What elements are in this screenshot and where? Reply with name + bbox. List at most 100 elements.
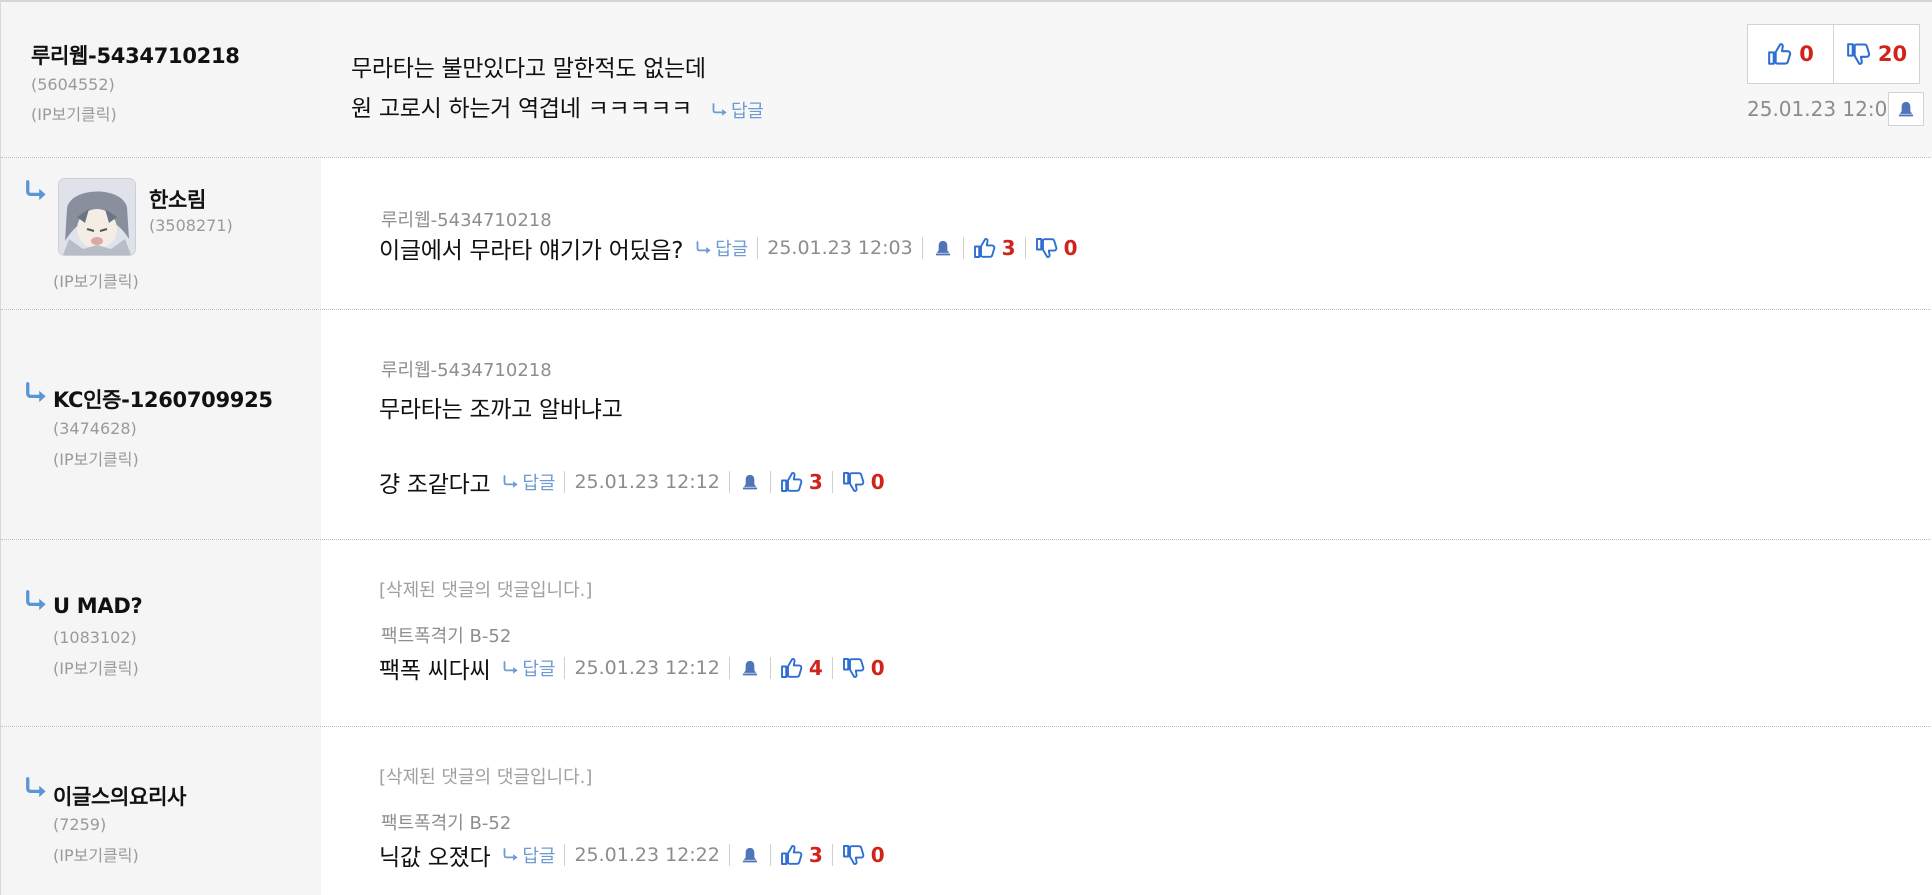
divider [831, 471, 833, 493]
reply-arrow-icon [502, 661, 520, 675]
bell-icon [740, 471, 760, 493]
comment-date: 25.01.23 12:12 [574, 657, 720, 679]
ip-view-link[interactable]: (IP보기클릭) [53, 655, 139, 679]
upvote-count: 0 [1799, 42, 1814, 66]
upvote-button[interactable]: 4 [780, 656, 823, 680]
thumbs-down-icon [842, 470, 866, 494]
comment-row: 루리웹-5434710218 (5604552) (IP보기클릭) 무라타는 불… [1, 0, 1932, 158]
thumbs-down-icon [842, 843, 866, 867]
author-panel: U MAD? (1083102) (IP보기클릭) [1, 540, 321, 726]
report-button[interactable] [739, 470, 761, 494]
avatar[interactable] [58, 178, 136, 256]
thumbs-down-icon [1035, 236, 1059, 260]
upvote-count: 3 [1001, 236, 1016, 260]
vote-box: 0 20 [1747, 24, 1920, 84]
upvote-button[interactable]: 3 [780, 843, 823, 867]
reply-label: 답글 [522, 846, 556, 867]
divider [769, 657, 771, 679]
reply-arrow-icon [502, 848, 520, 862]
author-name[interactable]: KC인증-1260709925 [53, 384, 273, 414]
downvote-count: 20 [1877, 42, 1908, 66]
reply-arrow-icon [23, 590, 49, 612]
downvote-count: 0 [870, 656, 885, 680]
ip-view-link[interactable]: (IP보기클릭) [53, 268, 139, 292]
author-id: (3474628) [53, 419, 137, 438]
comment-list: 루리웹-5434710218 (5604552) (IP보기클릭) 무라타는 불… [0, 0, 1932, 895]
reply-row: 이글스의요리사 (7259) (IP보기클릭) [삭제된 댓글의 댓글입니다.]… [1, 727, 1932, 895]
reply-link[interactable]: 답글 [502, 842, 555, 868]
reply-label: 답글 [522, 659, 556, 680]
comment-date: 25.01.23 12:03 [767, 237, 913, 259]
reply-row: U MAD? (1083102) (IP보기클릭) [삭제된 댓글의 댓글입니다… [1, 540, 1932, 727]
reply-row: 한소림 (3508271) (IP보기클릭) 루리웹-5434710218 이글… [1, 158, 1932, 310]
comment-text-line: 무라타는 불만있다고 말한적도 없는데 [351, 56, 706, 82]
author-panel: 이글스의요리사 (7259) (IP보기클릭) [1, 727, 321, 895]
divider [831, 844, 833, 866]
reply-target-user[interactable]: 루리웹-5434710218 [381, 356, 552, 382]
downvote-button[interactable]: 0 [842, 656, 885, 680]
deleted-parent-note: [삭제된 댓글의 댓글입니다.] [379, 767, 593, 788]
divider [769, 844, 771, 866]
reply-link[interactable]: 답글 [695, 235, 748, 261]
comment-text-line: 걍 조같다고 [379, 472, 491, 498]
reply-label: 답글 [730, 100, 764, 122]
reply-row: KC인증-1260709925 (3474628) (IP보기클릭) 루리웹-5… [1, 310, 1932, 540]
author-id: (7259) [53, 815, 107, 834]
reply-target-user[interactable]: 루리웹-5434710218 [381, 206, 552, 232]
reply-body: 이글에서 무라타 얘기가 어딨음? 답글 25.01.23 12:03 3 0 [379, 234, 1078, 264]
reply-link[interactable]: 답글 [502, 655, 555, 681]
comment-date: 25.01.23 12:22 [574, 844, 720, 866]
ip-view-link[interactable]: (IP보기클릭) [53, 842, 139, 866]
reply-target-user[interactable]: 팩트폭격기 B-52 [381, 622, 511, 648]
deleted-parent-note: [삭제된 댓글의 댓글입니다.] [379, 580, 593, 601]
author-id: (1083102) [53, 628, 137, 647]
divider [728, 657, 730, 679]
divider [962, 237, 964, 259]
ip-view-link[interactable]: (IP보기클릭) [53, 446, 139, 470]
thumbs-up-icon [780, 470, 804, 494]
thumbs-up-icon [1767, 41, 1793, 67]
author-name[interactable]: U MAD? [53, 594, 143, 618]
comment-text-line: 닉값 오졌다 [379, 845, 491, 871]
upvote-button[interactable]: 0 [1748, 25, 1833, 83]
report-button[interactable] [739, 843, 761, 867]
reply-body: 걍 조같다고 답글 25.01.23 12:12 3 0 [379, 468, 885, 498]
ip-view-link[interactable]: (IP보기클릭) [31, 101, 117, 125]
bell-icon [1896, 98, 1916, 120]
reply-label: 답글 [522, 473, 556, 494]
divider [921, 237, 923, 259]
downvote-button[interactable]: 0 [1035, 236, 1078, 260]
reply-target-user[interactable]: 팩트폭격기 B-52 [381, 809, 511, 835]
divider [769, 471, 771, 493]
reply-link[interactable]: 답글 [711, 97, 764, 123]
thumbs-up-icon [780, 656, 804, 680]
comment-date: 25.01.23 12:12 [574, 471, 720, 493]
reply-arrow-icon [502, 475, 520, 489]
downvote-button[interactable]: 20 [1833, 25, 1919, 83]
reply-arrow-icon [695, 241, 713, 255]
upvote-button[interactable]: 3 [973, 236, 1016, 260]
reply-link[interactable]: 답글 [502, 469, 555, 495]
report-button[interactable] [1888, 92, 1924, 126]
comment-date: 25.01.23 12:03 [1747, 97, 1901, 121]
comment-text-line: 원 고로시 하는거 역겹네 ㅋㅋㅋㅋㅋ 답글 [351, 96, 764, 123]
author-name[interactable]: 이글스의요리사 [53, 781, 186, 811]
report-button[interactable] [739, 656, 761, 680]
reply-body: 닉값 오졌다 답글 25.01.23 12:22 3 0 [379, 841, 885, 871]
reply-arrow-icon [711, 103, 729, 117]
author-panel: KC인증-1260709925 (3474628) (IP보기클릭) [1, 310, 321, 539]
report-button[interactable] [932, 236, 954, 260]
thumbs-down-icon [842, 656, 866, 680]
upvote-button[interactable]: 3 [780, 470, 823, 494]
downvote-button[interactable]: 0 [842, 470, 885, 494]
author-name[interactable]: 루리웹-5434710218 [31, 40, 240, 70]
author-panel: 한소림 (3508271) (IP보기클릭) [1, 158, 321, 309]
bell-icon [740, 657, 760, 679]
downvote-button[interactable]: 0 [842, 843, 885, 867]
upvote-count: 4 [808, 656, 823, 680]
thumbs-down-icon [1846, 41, 1872, 67]
divider [564, 471, 566, 493]
author-name[interactable]: 한소림 [149, 184, 206, 214]
author-panel: 루리웹-5434710218 (5604552) (IP보기클릭) [1, 2, 321, 157]
upvote-count: 3 [808, 843, 823, 867]
